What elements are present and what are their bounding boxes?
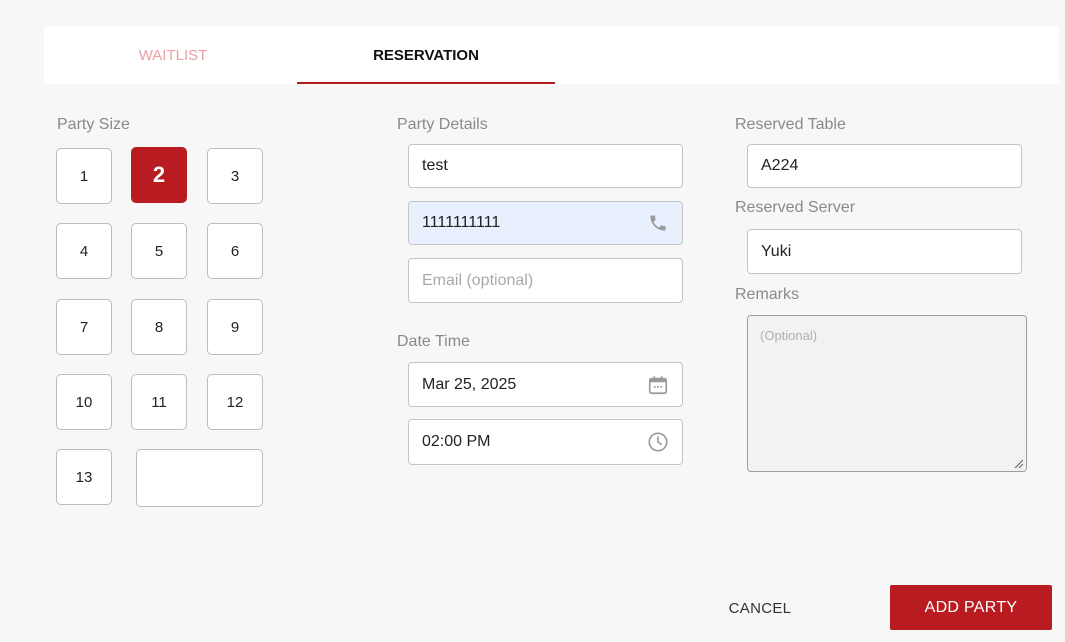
party-size-12-button[interactable]: 12	[207, 374, 263, 430]
email-placeholder: Email (optional)	[422, 271, 534, 289]
clock-icon[interactable]	[646, 430, 670, 454]
phone-icon	[646, 211, 670, 235]
cancel-button[interactable]: CANCEL	[700, 588, 820, 628]
party-size-3-button[interactable]: 3	[207, 148, 263, 204]
name-value: test	[422, 157, 448, 174]
party-size-2-button[interactable]: 2	[131, 147, 187, 203]
remarks-placeholder: (Optional)	[760, 328, 818, 343]
date-field[interactable]: Mar 25, 2025	[408, 362, 683, 407]
date-value: Mar 25, 2025	[422, 375, 517, 393]
name-field[interactable]: test	[408, 144, 683, 188]
reserved-table-label: Reserved Table	[735, 116, 846, 133]
party-size-11-button[interactable]: 11	[131, 374, 187, 430]
reserved-table-value: A224	[761, 157, 799, 174]
party-size-4-button[interactable]: 4	[56, 223, 112, 279]
email-field[interactable]: Email (optional)	[408, 258, 683, 303]
resize-grip-icon[interactable]	[1013, 458, 1023, 468]
party-size-9-button[interactable]: 9	[207, 299, 263, 355]
tab-waitlist[interactable]: WAITLIST	[44, 26, 302, 84]
party-details-label: Party Details	[397, 116, 488, 133]
party-size-7-button[interactable]: 7	[56, 299, 112, 355]
party-size-10-button[interactable]: 10	[56, 374, 112, 430]
reserved-server-field[interactable]: Yuki	[747, 229, 1022, 274]
remarks-textarea[interactable]: (Optional)	[747, 315, 1027, 472]
remarks-label: Remarks	[735, 286, 800, 303]
party-size-6-button[interactable]: 6	[207, 223, 263, 279]
reserved-server-label: Reserved Server	[735, 199, 856, 216]
calendar-icon[interactable]	[646, 373, 670, 397]
tab-reservation[interactable]: RESERVATION	[297, 26, 555, 84]
phone-field[interactable]: 1111111111	[408, 201, 683, 245]
reserved-server-value: Yuki	[761, 242, 792, 260]
tab-bar: WAITLIST RESERVATION	[44, 26, 1059, 84]
party-size-custom-input[interactable]	[136, 449, 263, 507]
party-size-8-button[interactable]: 8	[131, 299, 187, 355]
party-size-13-button[interactable]: 13	[56, 449, 112, 505]
party-size-1-button[interactable]: 1	[56, 148, 112, 204]
time-value: 02:00 PM	[422, 433, 491, 450]
date-time-label: Date Time	[397, 333, 470, 350]
phone-value: 1111111111	[422, 214, 501, 231]
time-field[interactable]: 02:00 PM	[408, 419, 683, 465]
reserved-table-field[interactable]: A224	[747, 144, 1022, 188]
add-party-button[interactable]: ADD PARTY	[890, 585, 1052, 630]
party-size-label: Party Size	[57, 116, 130, 133]
party-size-5-button[interactable]: 5	[131, 223, 187, 279]
